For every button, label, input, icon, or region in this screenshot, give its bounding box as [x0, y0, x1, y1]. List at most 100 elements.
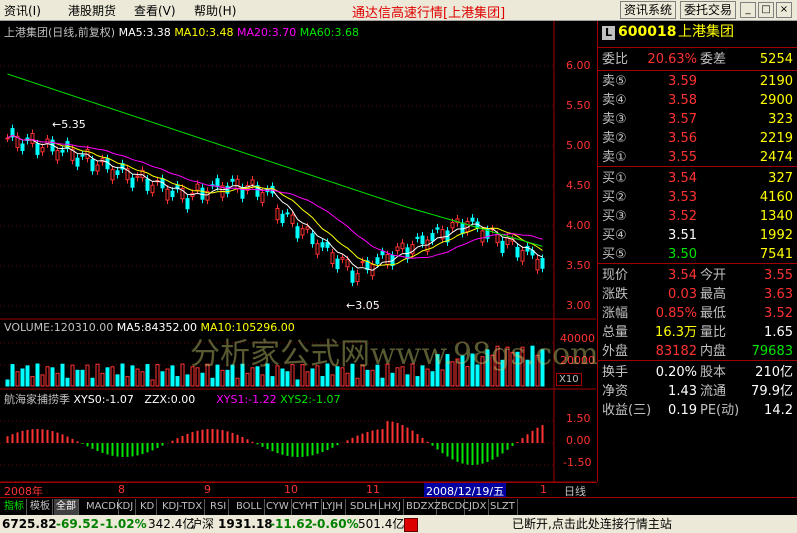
quote-volume: 2474	[759, 150, 793, 165]
connect-message[interactable]: 已断开,点击此处连接行情主站	[512, 515, 672, 533]
maximize-button[interactable]: □	[758, 2, 774, 18]
candle	[260, 192, 265, 203]
menu-hk-futures[interactable]: 港股期货	[68, 2, 116, 19]
menu-view[interactable]: 查看(V)	[134, 2, 176, 19]
disconnected-icon	[404, 518, 418, 532]
quote-price: 3.59	[668, 74, 697, 89]
tab-rsi[interactable]: RSI	[208, 499, 230, 515]
volume-bar	[260, 374, 265, 387]
volume-label: VOLUME:120310.00	[4, 321, 114, 334]
stat-value: 16.3万	[655, 325, 697, 340]
tab-lhxj[interactable]: LHXJ	[376, 499, 404, 515]
tab-指标[interactable]: 指标	[2, 499, 27, 515]
close-button[interactable]: ×	[776, 2, 792, 18]
volume-bar	[120, 363, 125, 387]
xys1-label: XYS1:-1.22	[216, 393, 277, 406]
tab-cyht[interactable]: CYHT	[290, 499, 322, 515]
menu-help[interactable]: 帮助(H)	[194, 2, 236, 19]
time-label: 8	[118, 483, 125, 496]
fund-row: 净资 1.43 流通 79.9亿	[598, 382, 797, 401]
tab-kdj-tdx[interactable]: KDJ-TDX	[160, 499, 206, 515]
volume-bar	[110, 366, 115, 387]
indicator-tick: 0.00	[566, 434, 591, 447]
tab-cyw[interactable]: CYW	[264, 499, 292, 515]
weibi-label: 委比	[602, 52, 629, 67]
time-label: 10	[284, 483, 298, 496]
candle	[355, 273, 360, 282]
indicator-tabbar: 指标 模板 全部 MACD KDJ KD KDJ-TDX RSI BOLL CYW CYHT LYJH…	[0, 497, 797, 516]
tab-kd[interactable]: KD	[138, 499, 158, 515]
candle	[130, 177, 135, 188]
ma20-label: MA20:3.70	[237, 26, 297, 39]
tab-slzt[interactable]: SLZT	[488, 499, 518, 515]
volume-bar	[150, 379, 155, 387]
volume-bar	[170, 365, 175, 387]
stat-value: 3.54	[668, 268, 697, 283]
volume-bar	[295, 379, 300, 387]
volume-bar	[10, 364, 15, 387]
tab-kdj[interactable]: KDJ	[114, 499, 137, 515]
quote-title: L 600018 上港集团	[598, 23, 797, 45]
tab-lyjh[interactable]: LYJH	[320, 499, 346, 515]
price-tick: 4.00	[566, 219, 591, 232]
ma60-label: MA60:3.68	[299, 26, 359, 39]
zzx-label: ZZX:0.00	[144, 393, 196, 406]
volume-bar	[405, 374, 410, 387]
ma5-label: MA5:3.38	[118, 26, 171, 39]
bid-row: 买① 3.54 327	[598, 169, 797, 188]
volume-bar	[125, 376, 130, 387]
volume-bar	[45, 366, 50, 387]
kline-chart[interactable]	[0, 21, 596, 482]
vol-ma5-label: MA5:84352.00	[116, 321, 197, 334]
sh-amount: 342.4亿	[148, 517, 195, 531]
stat-value: 3.52	[764, 306, 793, 321]
candle	[315, 243, 320, 255]
volume-bar	[35, 363, 40, 387]
chart-area[interactable]: 上港集团(日线,前复权) MA5:3.38 MA10:3.48 MA20:3.7…	[0, 21, 599, 482]
candle	[40, 147, 45, 153]
candle	[165, 188, 170, 201]
candle	[110, 169, 115, 181]
tab-全部[interactable]: 全部	[54, 499, 79, 515]
volume-bar	[70, 364, 75, 387]
tab-cjdx[interactable]: CJDX	[460, 499, 490, 515]
stat-label: 涨跌	[602, 287, 629, 302]
stat-value: 0.03	[668, 287, 697, 302]
candle	[290, 214, 295, 224]
candle	[135, 175, 140, 178]
candle	[280, 213, 285, 224]
sh-change: -69.52	[56, 517, 99, 531]
quote-volume: 2190	[759, 74, 793, 89]
volume-bar	[85, 364, 90, 387]
volume-bar	[380, 377, 385, 387]
candle	[385, 254, 390, 266]
news-system-button[interactable]: 资讯系统	[620, 1, 677, 19]
menu-info[interactable]: 资讯(I)	[4, 2, 41, 19]
quote-label: 买⑤	[602, 247, 627, 262]
stat-value: 3.63	[764, 287, 793, 302]
quote-volume: 323	[768, 112, 793, 127]
bid-row: 买⑤ 3.50 7541	[598, 245, 797, 264]
minimize-button[interactable]: _	[740, 2, 756, 18]
volume-bar	[285, 371, 290, 387]
candle	[400, 242, 405, 250]
sh-index[interactable]: 6725.82	[2, 515, 57, 533]
candle	[310, 233, 315, 245]
volume-bar	[235, 377, 240, 387]
candle	[90, 159, 95, 172]
volume-bar	[105, 367, 110, 387]
sz-index[interactable]: 1931.18	[218, 515, 273, 533]
tab-模板[interactable]: 模板	[28, 499, 53, 515]
trade-button[interactable]: 委托交易	[680, 1, 737, 19]
volume-bar	[80, 369, 85, 387]
bid-row: 买③ 3.52 1340	[598, 207, 797, 226]
volume-bar	[30, 376, 35, 387]
time-axis: 2008年 8 9 10 11 2008/12/19/五 1 日线	[0, 482, 597, 499]
ask-row: 卖④ 3.58 2900	[598, 91, 797, 110]
quote-volume: 327	[768, 171, 793, 186]
quote-label: 卖④	[602, 93, 627, 108]
volume-bar	[75, 369, 80, 387]
volume-bar	[55, 372, 60, 387]
tab-boll[interactable]: BOLL	[234, 499, 265, 515]
sz-change: -11.62	[270, 517, 313, 531]
